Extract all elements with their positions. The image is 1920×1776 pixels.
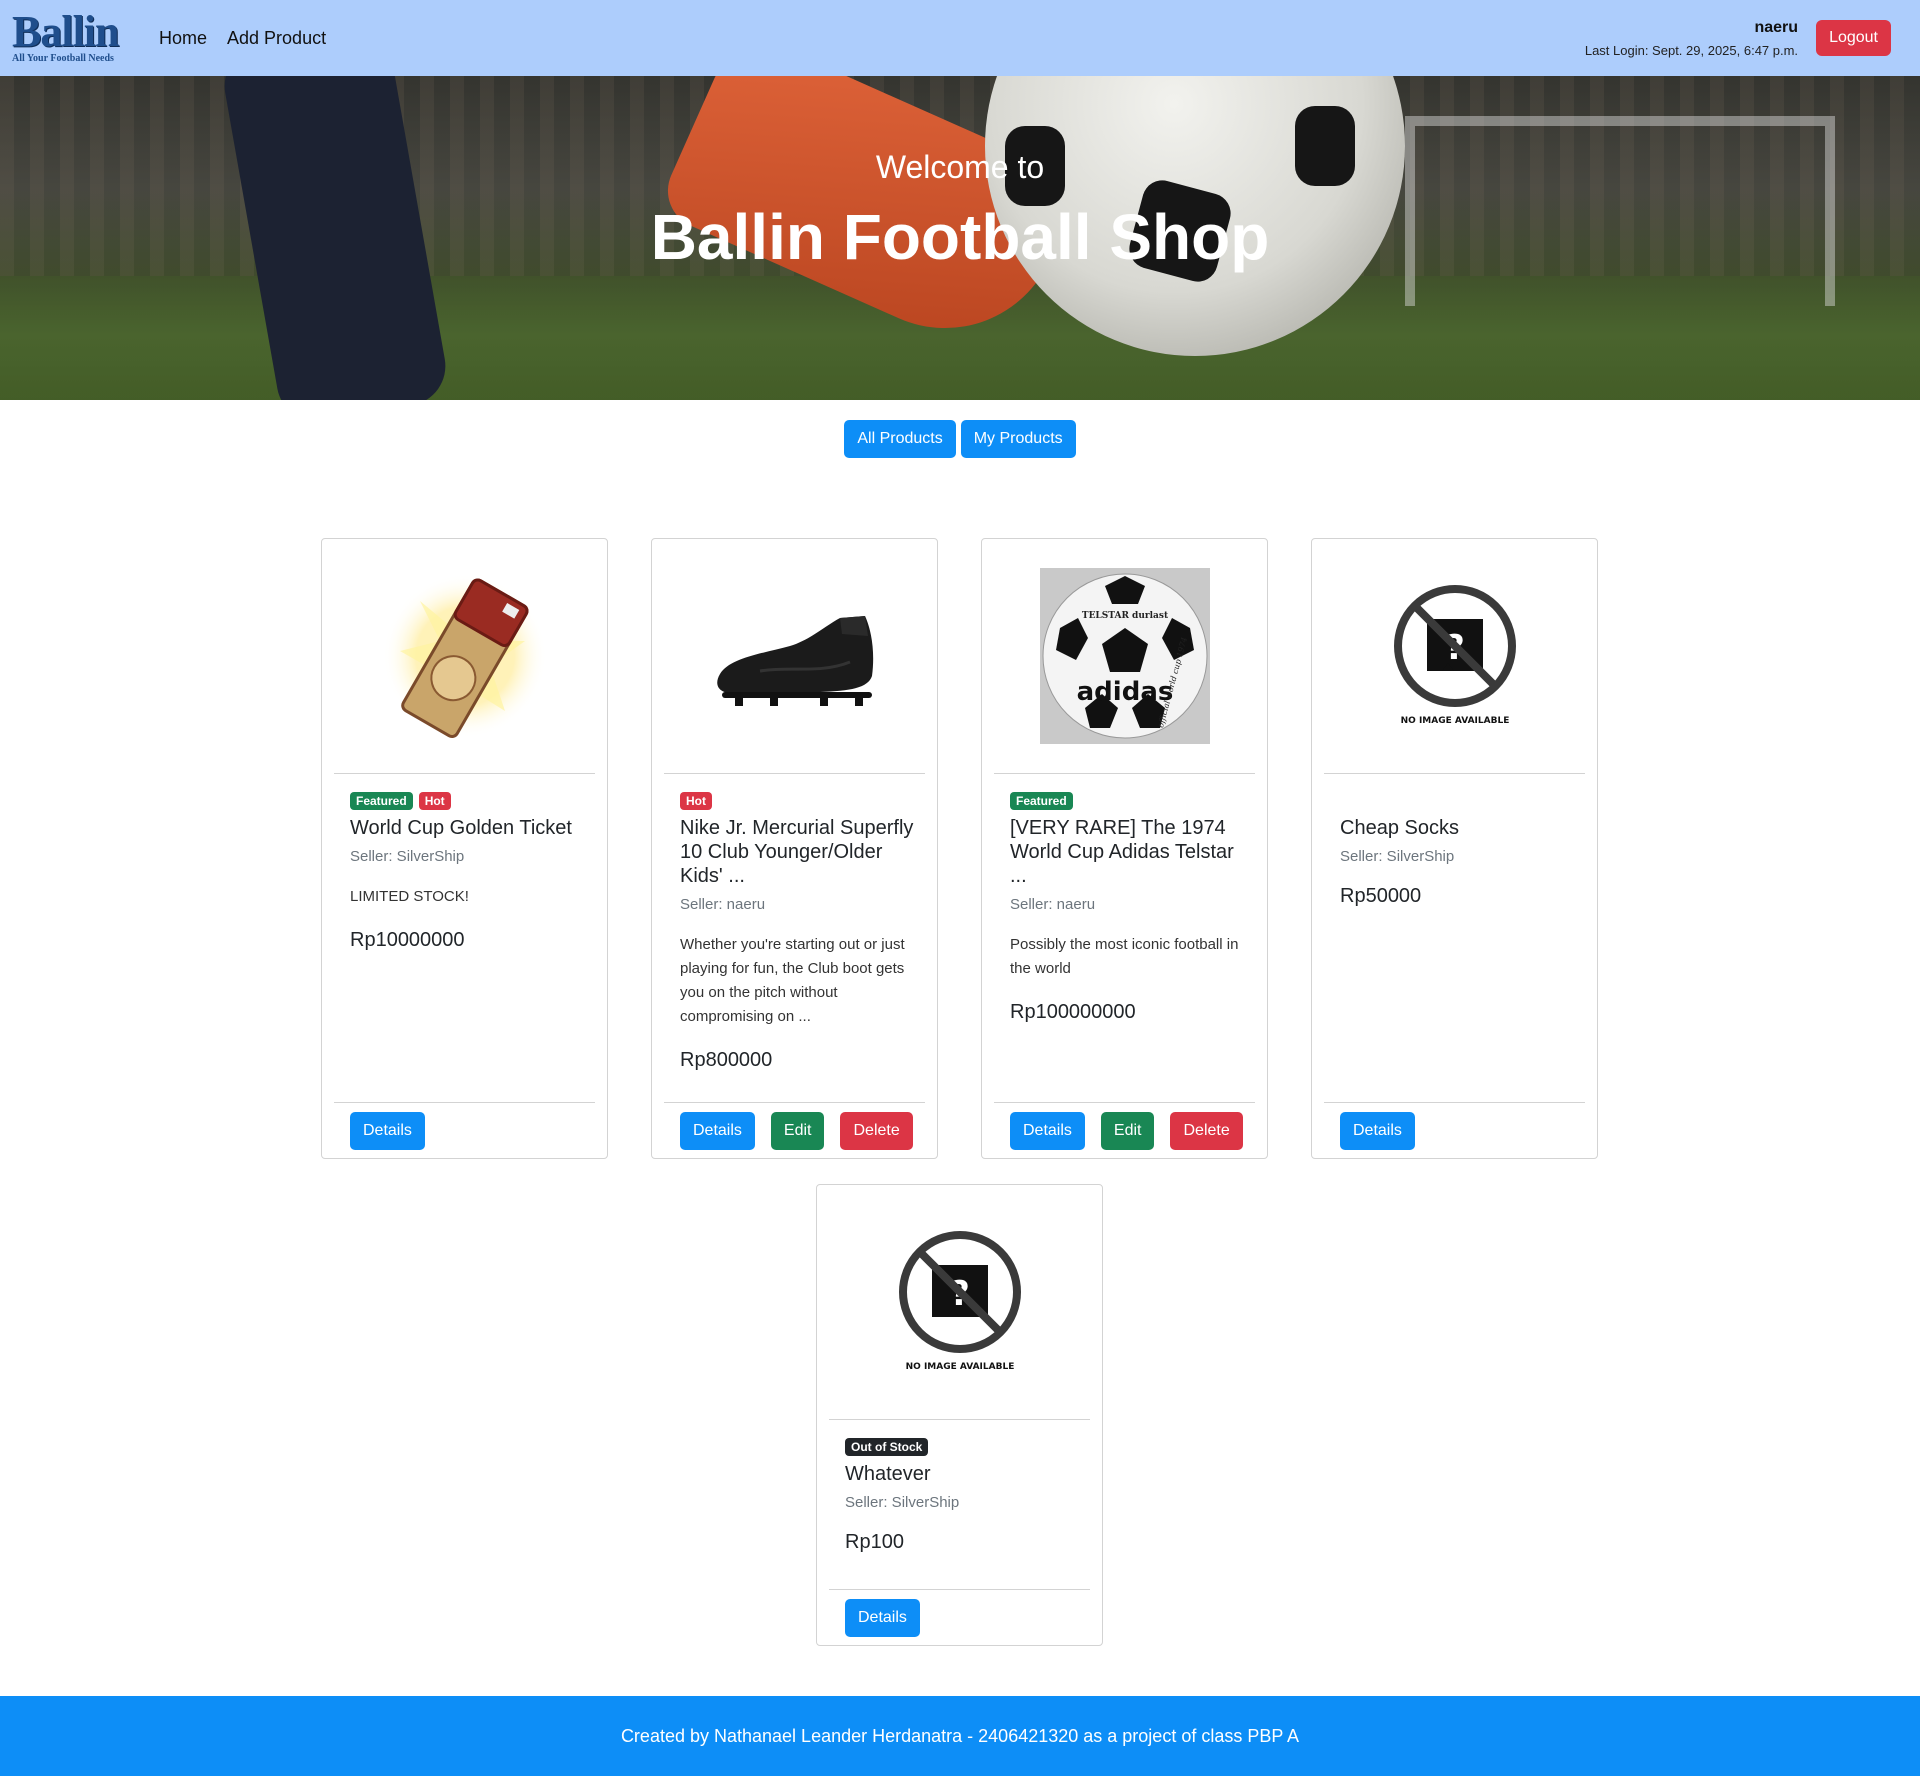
hero-banner: Welcome to Ballin Football Shop	[0, 76, 1920, 400]
brand-logo[interactable]: Ballin All Your Football Needs	[12, 7, 137, 65]
ball-model-text: TELSTAR durlast	[1081, 611, 1168, 621]
product-seller: Seller: SilverShip	[1340, 848, 1455, 865]
product-description: Whether you're starting out or just play…	[680, 936, 905, 1025]
product-card: ? NO IMAGE AVAILABLE Cheap Socks Seller:…	[1311, 538, 1598, 1159]
product-description: Possibly the most iconic football in the…	[1010, 936, 1239, 977]
card-body: Hot Nike Jr. Mercurial Superfly 10 Club …	[652, 774, 937, 1072]
details-button[interactable]: Details	[1340, 1111, 1415, 1150]
hot-badge: Hot	[680, 792, 712, 810]
product-seller: Seller: naeru	[680, 896, 766, 913]
footer: Created by Nathanael Leander Herdanatra …	[0, 1696, 1920, 1776]
no-image-icon: ? NO IMAGE AVAILABLE	[898, 1231, 1021, 1372]
nav-link-home[interactable]: Home	[159, 28, 207, 49]
card-actions: Details	[829, 1589, 1090, 1645]
nav-link-add-product[interactable]: Add Product	[227, 28, 326, 49]
edit-button[interactable]: Edit	[770, 1111, 825, 1150]
product-seller: Seller: naeru	[1010, 896, 1096, 913]
no-image-icon: ? NO IMAGE AVAILABLE	[1393, 585, 1516, 726]
card-body: Cheap Socks Seller: SilverShip Rp50000	[1312, 774, 1597, 908]
badges	[1340, 792, 1582, 810]
logout-button[interactable]: Logout	[1816, 20, 1891, 56]
badges: Featured	[1010, 792, 1252, 810]
card-actions: Details	[334, 1102, 595, 1158]
product-card: adidas TELSTAR durlast official world cu…	[981, 538, 1268, 1159]
featured-badge: Featured	[350, 792, 413, 810]
product-seller: Seller: SilverShip	[845, 1494, 960, 1511]
card-actions: Details Edit Delete	[994, 1102, 1255, 1158]
product-card: Hot Nike Jr. Mercurial Superfly 10 Club …	[651, 538, 938, 1159]
featured-badge: Featured	[1010, 792, 1073, 810]
product-description: LIMITED STOCK!	[350, 888, 469, 905]
product-title: Cheap Socks	[1340, 817, 1459, 839]
delete-button[interactable]: Delete	[1170, 1111, 1243, 1150]
hero-title: Ballin Football Shop	[650, 201, 1270, 273]
details-button[interactable]: Details	[350, 1111, 425, 1150]
delete-button[interactable]: Delete	[840, 1111, 913, 1150]
navbar: Ballin All Your Football Needs Home Add …	[0, 0, 1920, 76]
telstar-ball-icon: adidas TELSTAR durlast official world cu…	[1039, 568, 1210, 744]
product-image: ? NO IMAGE AVAILABLE	[1324, 539, 1585, 774]
product-title: Whatever	[845, 1463, 931, 1485]
nav-links: Home Add Product	[159, 28, 326, 49]
details-button[interactable]: Details	[845, 1598, 920, 1637]
filter-my-products[interactable]: My Products	[960, 420, 1076, 458]
golden-ticket-icon	[382, 574, 547, 738]
user-info: naeru Last Login: Sept. 29, 2025, 6:47 p…	[1585, 19, 1798, 58]
details-button[interactable]: Details	[1010, 1111, 1085, 1150]
no-image-label: NO IMAGE AVAILABLE	[905, 1362, 1014, 1372]
product-title: World Cup Golden Ticket	[350, 817, 572, 839]
user-area: naeru Last Login: Sept. 29, 2025, 6:47 p…	[1585, 19, 1891, 58]
card-actions: Details Edit Delete	[664, 1102, 925, 1158]
hero-subtitle: Welcome to	[875, 149, 1045, 185]
product-card: ? NO IMAGE AVAILABLE Out of Stock Whatev…	[816, 1184, 1103, 1646]
product-price: Rp100	[845, 1531, 904, 1553]
product-card: Featured Hot World Cup Golden Ticket Sel…	[321, 538, 608, 1159]
ball-brand-text: adidas	[1076, 677, 1173, 707]
product-title: [VERY RARE] The 1974 World Cup Adidas Te…	[1010, 817, 1234, 887]
product-image	[664, 539, 925, 774]
no-image-label: NO IMAGE AVAILABLE	[1400, 716, 1509, 726]
details-button[interactable]: Details	[680, 1111, 755, 1150]
logo-text: Ballin	[12, 7, 120, 56]
hot-badge: Hot	[418, 792, 451, 810]
logo-tagline: All Your Football Needs	[12, 53, 114, 64]
edit-button[interactable]: Edit	[1100, 1111, 1155, 1150]
out-of-stock-badge: Out of Stock	[845, 1438, 929, 1456]
product-price: Rp800000	[680, 1049, 773, 1071]
product-filters: All Products My Products	[0, 420, 1920, 458]
product-price: Rp10000000	[350, 929, 465, 951]
card-body: Out of Stock Whatever Seller: SilverShip…	[817, 1420, 1102, 1554]
last-login: Last Login: Sept. 29, 2025, 6:47 p.m.	[1584, 42, 1799, 58]
username: naeru	[1754, 18, 1799, 36]
hero-text: Welcome to Ballin Football Shop	[0, 76, 1920, 274]
badges: Out of Stock	[845, 1438, 1087, 1456]
badges: Featured Hot	[350, 792, 592, 810]
product-image	[334, 539, 595, 774]
filter-all-products[interactable]: All Products	[844, 420, 956, 458]
card-body: Featured [VERY RARE] The 1974 World Cup …	[982, 774, 1267, 1024]
product-image: ? NO IMAGE AVAILABLE	[829, 1185, 1090, 1420]
footer-text: Created by Nathanael Leander Herdanatra …	[620, 1725, 1300, 1746]
card-body: Featured Hot World Cup Golden Ticket Sel…	[322, 774, 607, 952]
badges: Hot	[680, 792, 922, 810]
product-price: Rp50000	[1340, 885, 1422, 907]
product-title: Nike Jr. Mercurial Superfly 10 Club Youn…	[680, 817, 914, 887]
product-price: Rp100000000	[1010, 1001, 1136, 1023]
football-boot-icon	[716, 616, 873, 706]
product-image: adidas TELSTAR durlast official world cu…	[994, 539, 1255, 774]
card-actions: Details	[1324, 1102, 1585, 1158]
product-seller: Seller: SilverShip	[350, 848, 465, 865]
